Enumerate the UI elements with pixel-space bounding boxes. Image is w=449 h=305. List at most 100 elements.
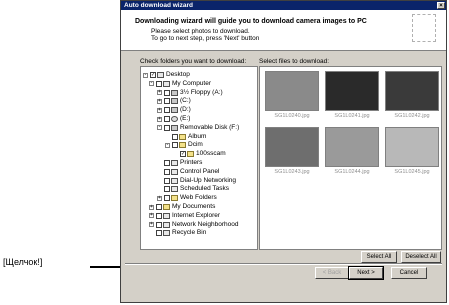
desktop-icon (157, 72, 164, 78)
folder-checkbox[interactable] (164, 168, 170, 175)
tree-node[interactable]: Recycle Bin (149, 229, 206, 237)
thumbnail-caption: SG1L0240.jpg (274, 113, 310, 119)
tree-node[interactable]: + Network Neighborhood (149, 221, 238, 229)
back-button[interactable]: < Back (315, 267, 349, 279)
folder-checkbox[interactable] (156, 221, 162, 228)
tree-node[interactable]: - Removable Disk (F:) (157, 124, 239, 132)
thumbnail-caption: SG1L0243.jpg (274, 169, 310, 175)
folder-tree[interactable]: - ✓ Desktop - My Computer +3½ Floppy (A:) + (C:… (140, 66, 258, 250)
tree-node-label: (D:) (180, 106, 191, 114)
expander-icon[interactable]: + (157, 107, 162, 113)
tree-node-label: Album (188, 132, 207, 140)
tree-node[interactable]: Dial-Up Networking (157, 177, 236, 185)
wizard-camera-icon (412, 14, 436, 42)
expander-icon[interactable]: - (157, 125, 162, 131)
tree-node[interactable]: Album (165, 133, 206, 141)
wizard-instruction-2: To go to next step, press 'Next' button (151, 35, 260, 42)
title-bar: Auto download wizard × (121, 1, 446, 10)
folder-checkbox[interactable] (164, 186, 170, 193)
thumbnail-image (385, 71, 439, 111)
tree-node[interactable]: + (E:) (157, 115, 190, 123)
tree-node-label: Dcim (188, 141, 203, 149)
folder-checkbox[interactable] (156, 212, 162, 219)
click-callout-label: [Щелчок!] (3, 257, 43, 267)
folder-checkbox[interactable] (164, 195, 170, 202)
printers-icon (171, 160, 178, 166)
folder-checkbox[interactable] (156, 204, 162, 210)
folder-checkbox[interactable] (164, 98, 170, 105)
tree-node[interactable]: + My Documents (149, 203, 215, 211)
tree-node[interactable]: + (C:) (157, 97, 191, 105)
expander-icon[interactable]: - (149, 81, 154, 87)
folder-checkbox[interactable] (156, 230, 162, 237)
tree-node[interactable]: - My Computer (149, 80, 211, 88)
floppy-icon (171, 89, 178, 96)
next-button[interactable]: Next > (348, 266, 384, 280)
select-all-button[interactable]: Select All (361, 251, 397, 263)
expander-icon[interactable]: + (157, 116, 162, 122)
folder-icon (179, 133, 186, 140)
wizard-instruction-1: Please select photos to download. (151, 28, 250, 35)
thumbnail-image (385, 127, 439, 167)
tree-node[interactable]: + Web Folders (157, 194, 217, 202)
expander-icon[interactable]: + (157, 98, 162, 104)
folder-checkbox[interactable] (164, 116, 170, 122)
expander-icon[interactable]: - (165, 142, 170, 148)
photo-thumbnail[interactable]: SG1L0240.jpg (264, 71, 320, 129)
expander-icon[interactable]: + (149, 213, 154, 219)
tree-node-label: My Documents (172, 203, 216, 210)
tree-node[interactable]: - Dcim (165, 141, 203, 149)
photo-thumbnail[interactable]: SG1L0242.jpg (384, 71, 440, 129)
tree-node[interactable]: ✓ 100sscam (173, 150, 226, 158)
tree-node[interactable]: Printers (157, 159, 202, 167)
thumbnail-image (265, 71, 319, 111)
photo-thumbnail[interactable]: SG1L0243.jpg (264, 127, 320, 185)
dialup-icon (171, 177, 178, 184)
folder-checkbox[interactable] (164, 160, 170, 166)
expander-icon[interactable]: - (143, 72, 148, 78)
expander-icon[interactable]: + (149, 204, 154, 210)
tree-node[interactable]: +3½ Floppy (A:) (157, 89, 223, 97)
removable-disk-icon (171, 124, 178, 131)
folder-icon (179, 142, 186, 149)
ie-icon (163, 212, 170, 219)
folder-checkbox[interactable] (164, 177, 170, 184)
folder-checkbox[interactable]: ✓ (180, 151, 186, 158)
close-button[interactable]: × (437, 2, 445, 9)
expander-icon[interactable]: + (157, 90, 162, 96)
tree-node[interactable]: Control Panel (157, 168, 219, 176)
folder-checkbox[interactable]: ✓ (150, 72, 156, 78)
photo-thumbnail[interactable]: SG1L0245.jpg (384, 127, 440, 185)
tree-node-label: Network Neighborhood (172, 220, 239, 228)
tree-node[interactable]: - ✓ Desktop (143, 71, 190, 79)
tree-node-label: Internet Explorer (172, 211, 221, 219)
tree-node-label: Control Panel (180, 167, 220, 175)
recycle-bin-icon (163, 230, 170, 237)
expander-icon[interactable]: + (149, 222, 154, 228)
tree-node[interactable]: + (D:) (157, 106, 191, 114)
folder-checkbox[interactable] (164, 89, 170, 96)
web-folders-icon (171, 195, 178, 202)
folder-checkbox[interactable] (164, 124, 170, 131)
tree-node-label: Dial-Up Networking (180, 176, 236, 184)
tree-node[interactable]: Scheduled Tasks (157, 185, 229, 193)
folder-checkbox[interactable] (172, 142, 178, 149)
folder-checkbox[interactable] (156, 80, 162, 87)
photo-thumbnail[interactable]: SG1L0244.jpg (324, 127, 380, 185)
tree-node-label: Recycle Bin (172, 229, 207, 237)
cd-icon (171, 116, 178, 122)
expander-icon[interactable]: + (157, 195, 162, 201)
deselect-all-button[interactable]: Deselect All (401, 251, 441, 263)
wizard-heading: Downloading wizard will guide you to dow… (135, 18, 367, 25)
cancel-button[interactable]: Cancel (391, 267, 427, 279)
thumbnail-caption: SG1L0244.jpg (334, 169, 370, 175)
tree-node-label: Printers (180, 159, 203, 166)
photo-thumbnail[interactable]: SG1L0241.jpg (324, 71, 380, 129)
tree-node[interactable]: + Internet Explorer (149, 212, 220, 220)
window-title: Auto download wizard (124, 2, 193, 9)
thumbnail-grid: SG1L0240.jpg SG1L0241.jpg SG1L0242.jpg SG1L… (259, 66, 442, 250)
folder-checkbox[interactable] (164, 107, 170, 114)
folder-checkbox[interactable] (172, 133, 178, 140)
network-icon (163, 221, 170, 228)
thumbnail-caption: SG1L0245.jpg (394, 169, 430, 175)
